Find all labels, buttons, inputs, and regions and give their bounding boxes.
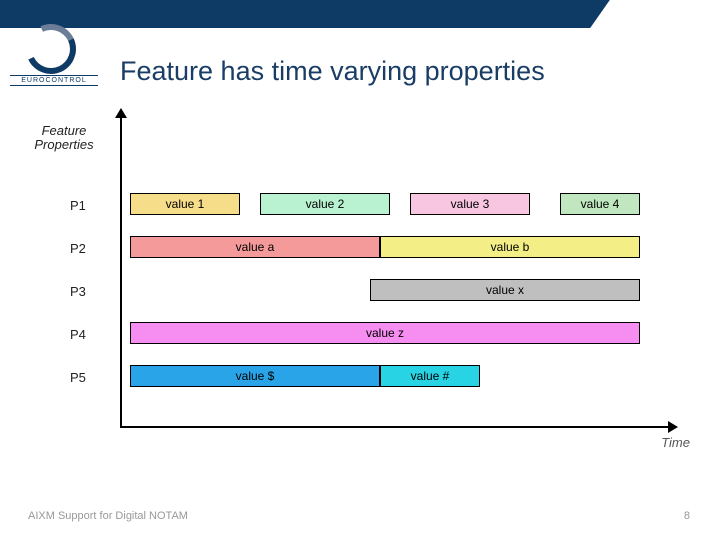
row-label-p4: P4 (70, 327, 110, 342)
segment-p5-2: value # (380, 365, 480, 387)
segment-p2-1: value a (130, 236, 380, 258)
segment-p1-4: value 4 (560, 193, 640, 215)
row-label-p2: P2 (70, 241, 110, 256)
segment-p3-1: value x (370, 279, 640, 301)
logo: EUROCONTROL (10, 22, 98, 86)
segment-p2-2: value b (380, 236, 640, 258)
timeline-chart: Feature Properties Time P1 value 1 value… (70, 108, 670, 448)
segment-p5-1: value $ (130, 365, 380, 387)
y-axis-label-line1: Feature (42, 123, 87, 138)
row-label-p1: P1 (70, 198, 110, 213)
y-axis-label: Feature Properties (28, 124, 100, 153)
header-bar (0, 0, 720, 28)
y-axis (120, 116, 122, 428)
logo-ring-icon (19, 17, 83, 81)
x-axis (120, 426, 670, 428)
page-number: 8 (684, 510, 690, 522)
segment-p4-1: value z (130, 322, 640, 344)
segment-p1-3: value 3 (410, 193, 530, 215)
page-title: Feature has time varying properties (120, 56, 545, 87)
x-axis-label: Time (661, 435, 690, 450)
segment-p1-2: value 2 (260, 193, 390, 215)
segment-p1-1: value 1 (130, 193, 240, 215)
logo-text: EUROCONTROL (10, 75, 98, 86)
row-label-p3: P3 (70, 284, 110, 299)
y-axis-label-line2: Properties (34, 137, 93, 152)
footer-left: AIXM Support for Digital NOTAM (28, 510, 188, 522)
row-label-p5: P5 (70, 370, 110, 385)
